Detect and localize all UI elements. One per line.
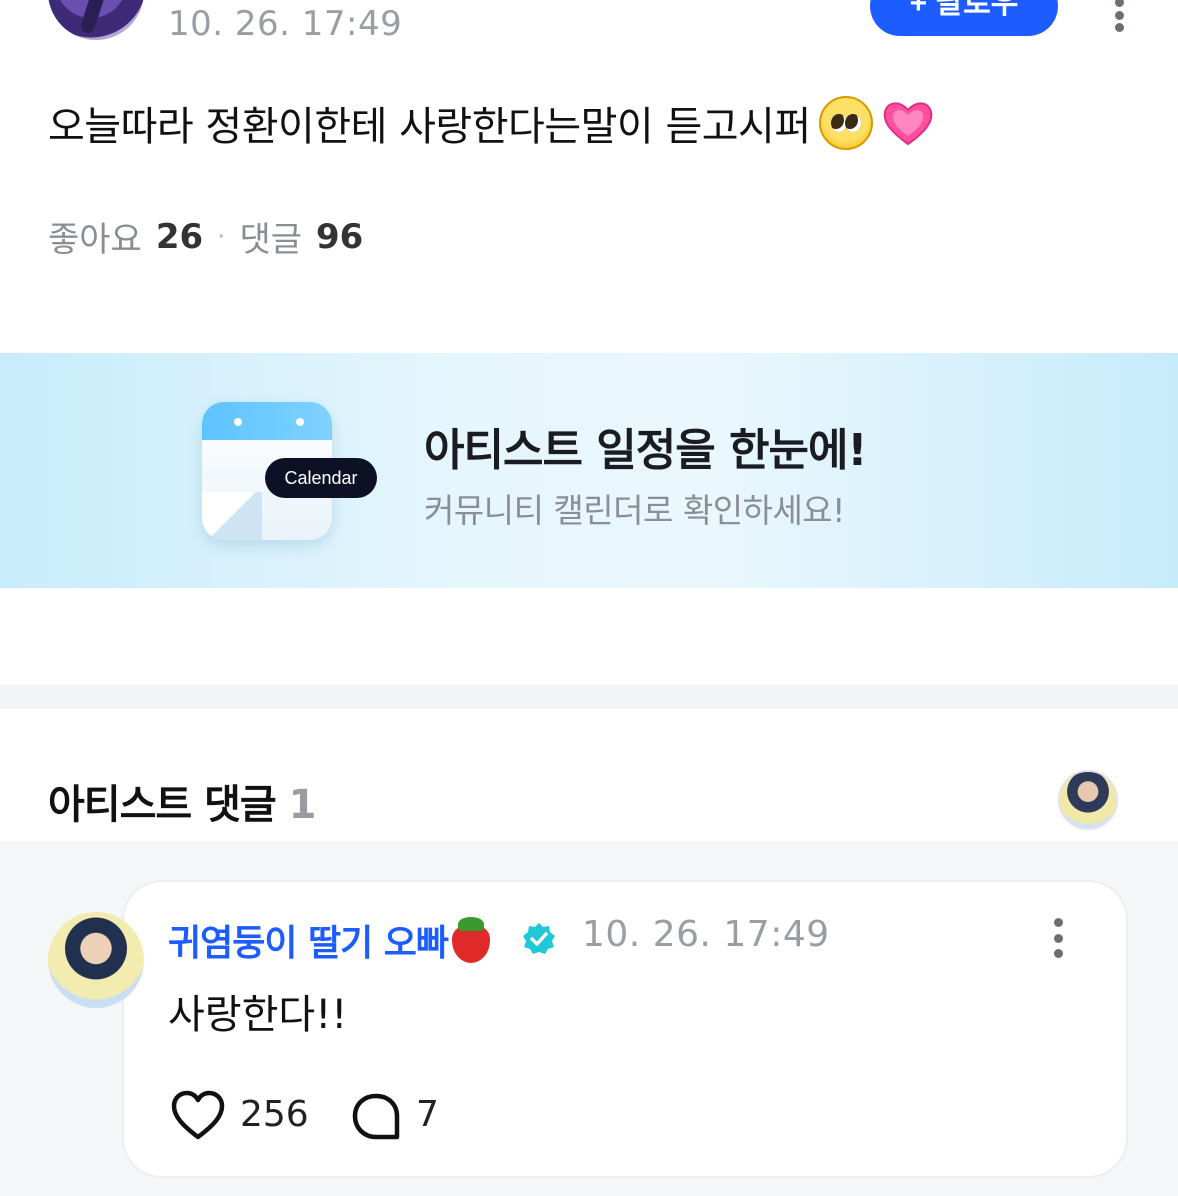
- comment-text: 사랑한다!!: [168, 992, 348, 1038]
- banner-title: 아티스트 일정을 한눈에!: [424, 425, 868, 476]
- artist-comments-title: 아티스트 댓글: [48, 782, 277, 828]
- comment-like-count: 256: [240, 1094, 309, 1135]
- strawberry-emoji: [450, 917, 492, 963]
- follow-button[interactable]: + 팔로우: [870, 0, 1058, 36]
- follow-button-label: + 팔로우: [909, 0, 1019, 20]
- comment-author-label: 귀염둥이 딸기 오빠: [168, 923, 449, 964]
- comment-timestamp: 10. 26. 17:49: [582, 914, 830, 955]
- likes-label: 좋아요: [48, 220, 142, 260]
- post-stats: 좋아요 26 · 댓글 96: [48, 212, 363, 261]
- separator-dot: ·: [217, 221, 226, 252]
- likes-count[interactable]: 26: [156, 217, 203, 257]
- post-body-text: 오늘따라 정환이한테 사랑한다는말이 듣고시퍼: [48, 104, 811, 150]
- post-more-options-icon[interactable]: [1104, 0, 1134, 40]
- post-timestamp: 10. 26. 17:49: [168, 4, 403, 44]
- artist-comments-heading: 아티스트 댓글 1: [48, 772, 317, 830]
- calendar-pill: Calendar: [265, 458, 377, 498]
- comments-count[interactable]: 96: [316, 217, 363, 257]
- comment-author-avatar[interactable]: [48, 912, 144, 1008]
- pleading-face-emoji: [818, 96, 873, 150]
- artist-comments-count: 1: [288, 782, 317, 828]
- post-author-avatar[interactable]: [48, 0, 144, 40]
- growing-heart-emoji: [883, 102, 932, 146]
- verified-badge-icon: [523, 923, 555, 954]
- banner-subtitle: 커뮤니티 캘린더로 확인하세요!: [424, 491, 845, 530]
- comments-label: 댓글: [239, 220, 302, 260]
- comment-more-options-icon[interactable]: [1046, 918, 1070, 958]
- comment-reply-count: 7: [416, 1094, 439, 1135]
- comment-author-name[interactable]: 귀염둥이 딸기 오빠: [168, 914, 492, 966]
- post-body: 오늘따라 정환이한테 사랑한다는말이 듣고시퍼: [48, 94, 935, 152]
- heart-icon[interactable]: [170, 1090, 226, 1142]
- reply-bubble-icon[interactable]: [350, 1092, 402, 1142]
- artist-avatar-thumb[interactable]: [1058, 770, 1118, 830]
- section-divider: [0, 685, 1178, 709]
